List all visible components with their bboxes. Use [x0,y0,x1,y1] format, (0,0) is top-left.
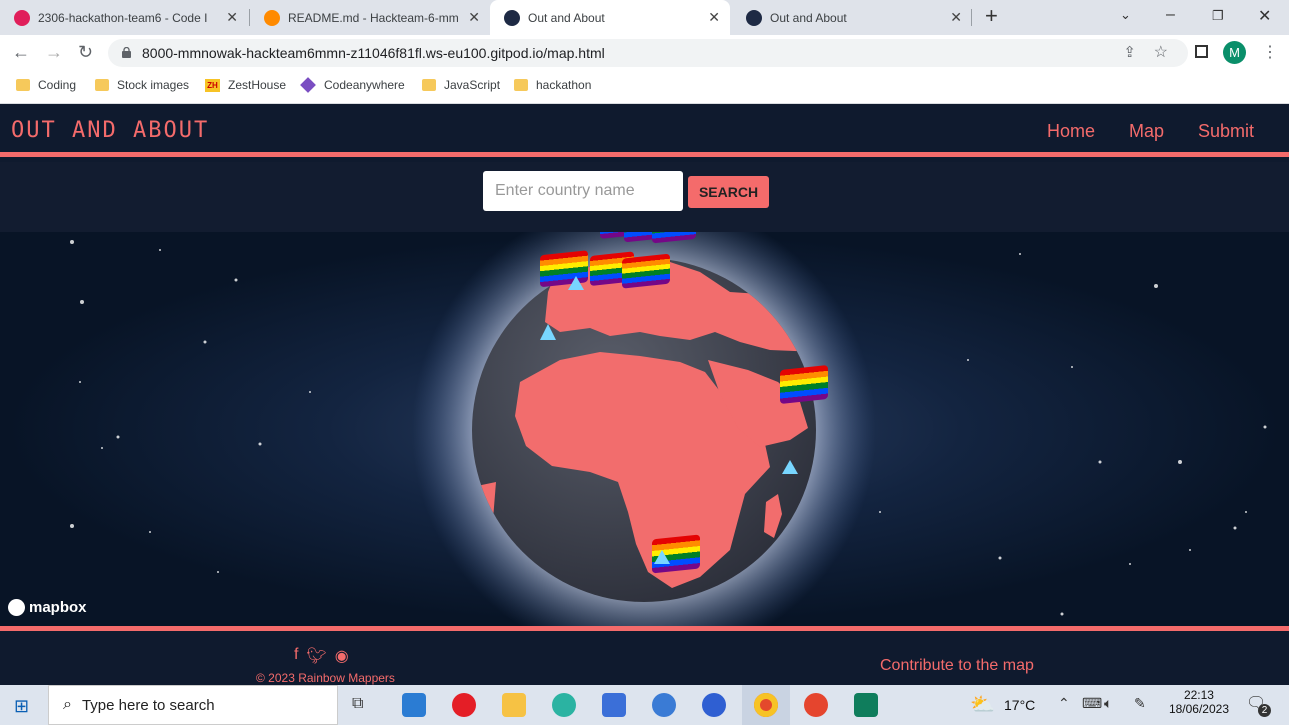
new-tab-icon[interactable]: + [985,3,998,29]
site-footer: f 🐦︎ ◉ © 2023 Rainbow Mappers Contribute… [0,626,1289,685]
tab-title: Out and About [770,10,847,25]
mapbox-icon [8,599,25,616]
tab-title: Out and About [528,10,605,25]
ea-icon[interactable] [804,693,828,717]
globe-svg [70,232,1267,626]
tray-chevron-icon[interactable]: ⌃ [1058,695,1070,712]
tab-bar: 2306-hackathon-team6 - Code In ✕ README.… [0,0,1289,35]
gitpod-icon [264,9,280,26]
close-window-icon[interactable]: ✕ [1258,6,1271,26]
site-icon [504,9,520,26]
nav-map[interactable]: Map [1129,121,1164,142]
tab-3[interactable]: Out and About ✕ [490,0,730,35]
reload-icon[interactable]: ↻ [78,42,93,63]
mail-icon[interactable] [402,693,426,717]
contribute-link[interactable]: Contribute to the map [880,657,1034,675]
bookmark-coding[interactable]: Coding [16,78,76,92]
clock[interactable]: 22:13 18/06/2023 [1169,688,1229,716]
brand-logo[interactable]: OUT AND ABOUT [11,118,209,143]
tab-4[interactable]: Out and About ✕ [732,0,972,35]
github-icon[interactable]: ◉ [335,646,349,666]
notification-count: 2 [1258,704,1271,717]
menu-icon[interactable]: ⋮ [1262,42,1278,62]
folder-icon [16,79,30,91]
bookmark-codeanywhere[interactable]: Codeanywhere [300,77,405,93]
search-bar: SEARCH [0,162,1289,232]
windows-start-icon[interactable]: ⊞ [14,696,29,717]
country-search-input[interactable] [483,171,683,211]
footer-copyright: © 2023 Rainbow Mappers [256,671,395,685]
nav-submit[interactable]: Submit [1198,121,1254,142]
weather-temp[interactable]: 17°C [1004,697,1035,713]
tab-title: README.md - Hackteam-6-mmn [288,10,458,25]
folder-icon [95,79,109,91]
pen-icon[interactable]: ✎ [1134,695,1146,712]
slack-icon [14,9,30,26]
zesthouse-icon: ZH [205,78,220,92]
volume-icon[interactable]: 🔈︎ [1104,695,1112,712]
chevron-down-icon[interactable]: ⌄ [1120,7,1131,23]
site-navbar: OUT AND ABOUT Home Map Submit [0,104,1289,157]
sidepanel-icon[interactable] [1195,45,1208,58]
store-icon[interactable] [602,693,626,717]
lock-icon [122,47,131,58]
bookmarks-bar: Coding Stock images ZH ZestHouse Codeanyw… [0,71,1289,104]
weather-icon[interactable]: ⛅ [970,692,995,717]
back-icon[interactable]: ← [12,42,30,63]
forward-icon[interactable]: → [45,42,63,63]
minimize-icon[interactable]: – [1166,6,1175,24]
close-icon[interactable]: ✕ [950,9,962,26]
social-links: f 🐦︎ ◉ [294,646,349,666]
facebook-icon[interactable]: f [294,646,298,666]
file-explorer-icon[interactable] [502,693,526,717]
clock-time: 22:13 [1183,688,1214,702]
network-icon[interactable]: ⌨ [1082,695,1102,712]
bookmark-javascript[interactable]: JavaScript [422,78,500,92]
folder-icon [514,79,528,91]
tab-1[interactable]: 2306-hackathon-team6 - Code In ✕ [0,0,248,35]
site-icon [746,9,762,26]
taskbar-search[interactable]: ⌕ Type here to search [48,685,338,725]
star-icon[interactable]: ☆ [1154,42,1168,62]
opera-icon[interactable] [452,693,476,717]
url-text: 8000-mmnowak-hackteam6mmn-z11046f81fl.ws… [142,45,605,61]
publisher-icon[interactable] [854,693,878,717]
bookmark-zesthouse[interactable]: ZH ZestHouse [205,78,286,92]
profile-avatar[interactable]: M [1223,41,1246,64]
app-icon-2[interactable] [702,693,726,717]
nav-home[interactable]: Home [1047,121,1095,142]
bookmark-stock-images[interactable]: Stock images [95,78,189,92]
search-button[interactable]: SEARCH [688,176,769,208]
folder-icon [422,79,436,91]
chrome-icon[interactable] [754,693,778,717]
windows-taskbar: ⊞ ⌕ Type here to search ⧉ ⛅ 17°C ⌃ ⌨ 🔈︎ … [0,685,1289,725]
codeanywhere-icon [300,77,316,93]
restore-icon[interactable]: ❐ [1212,8,1224,24]
bookmark-hackathon[interactable]: hackathon [514,78,591,92]
globe-map[interactable]: mapbox [0,232,1289,626]
search-icon: ⌕ [63,696,72,713]
omnibox[interactable]: 8000-mmnowak-hackteam6mmn-z11046f81fl.ws… [108,39,1188,67]
close-icon[interactable]: ✕ [226,9,238,26]
tab-2[interactable]: README.md - Hackteam-6-mmn ✕ [250,0,490,35]
close-icon[interactable]: ✕ [708,9,720,26]
task-view-icon[interactable]: ⧉ [352,695,363,713]
website: OUT AND ABOUT Home Map Submit SEARCH [0,104,1289,685]
address-toolbar: ← → ↻ 8000-mmnowak-hackteam6mmn-z11046f8… [0,35,1289,71]
clock-date: 18/06/2023 [1168,702,1229,716]
mapbox-logo[interactable]: mapbox [8,599,87,616]
close-icon[interactable]: ✕ [468,9,480,26]
app-icon[interactable] [652,693,676,717]
share-icon[interactable]: ⇪ [1123,43,1136,61]
twitter-icon[interactable]: 🐦︎ [306,646,326,666]
tab-title: 2306-hackathon-team6 - Code In [38,10,208,25]
edge-icon[interactable] [552,693,576,717]
